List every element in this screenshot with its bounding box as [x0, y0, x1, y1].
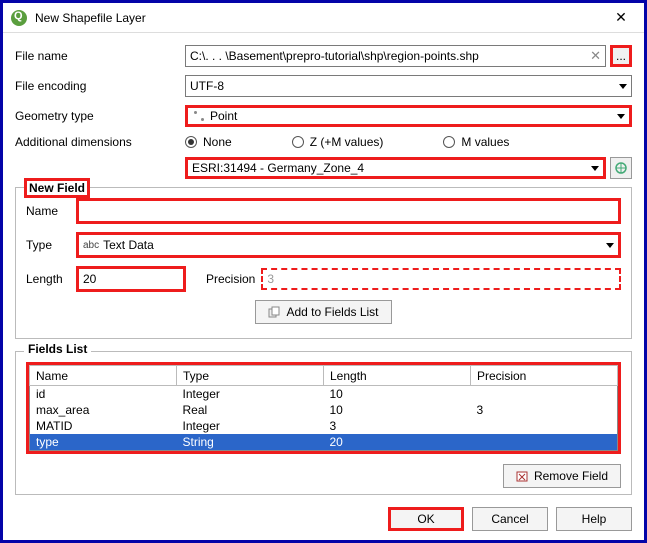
- nf-name-input[interactable]: [76, 198, 621, 224]
- browse-ellipsis: ...: [616, 49, 626, 63]
- globe-icon: [614, 161, 628, 175]
- table-row[interactable]: MATIDInteger3: [30, 418, 618, 434]
- geometry-value: Point: [210, 109, 613, 123]
- encoding-label: File encoding: [15, 79, 185, 93]
- add-btn-label: Add to Fields List: [286, 305, 378, 319]
- window-title: New Shapefile Layer: [35, 11, 606, 25]
- remove-field-icon: [516, 470, 528, 482]
- ok-button[interactable]: OK: [388, 507, 464, 531]
- cancel-label: Cancel: [491, 512, 528, 526]
- chevron-down-icon: [617, 114, 625, 119]
- radio-none[interactable]: None: [185, 135, 232, 149]
- cancel-button[interactable]: Cancel: [472, 507, 548, 531]
- chevron-down-icon: [591, 166, 599, 171]
- crs-picker-button[interactable]: [610, 157, 632, 179]
- radio-none-label: None: [203, 135, 232, 149]
- crs-value: ESRI:31494 - Germany_Zone_4: [192, 161, 587, 175]
- table-row[interactable]: idInteger10: [30, 386, 618, 403]
- remove-field-button[interactable]: Remove Field: [503, 464, 621, 488]
- radio-dot-icon: [292, 136, 304, 148]
- radio-m-label: M values: [461, 135, 509, 149]
- fields-list-legend: Fields List: [24, 342, 91, 356]
- crs-select[interactable]: ESRI:31494 - Germany_Zone_4: [185, 157, 606, 179]
- radio-zm-label: Z (+M values): [310, 135, 384, 149]
- table-row[interactable]: typeString20: [30, 434, 618, 451]
- file-name-input[interactable]: [186, 46, 586, 66]
- nf-precision-label: Precision: [206, 272, 255, 286]
- text-type-icon: abc: [83, 240, 99, 251]
- nf-length-label: Length: [26, 272, 76, 286]
- titlebar: New Shapefile Layer ✕: [3, 3, 644, 33]
- chevron-down-icon: [606, 243, 614, 248]
- help-button[interactable]: Help: [556, 507, 632, 531]
- nf-name-label: Name: [26, 204, 76, 218]
- geometry-select[interactable]: Point: [185, 105, 632, 127]
- point-icon: [192, 109, 206, 123]
- dialog-footer: OK Cancel Help: [3, 499, 644, 539]
- fields-table[interactable]: Name Type Length Precision idInteger10 m…: [29, 365, 618, 451]
- col-type[interactable]: Type: [177, 366, 324, 386]
- table-row[interactable]: max_areaReal103: [30, 402, 618, 418]
- nf-length-input[interactable]: [76, 266, 186, 292]
- nf-type-label: Type: [26, 238, 76, 252]
- col-precision[interactable]: Precision: [471, 366, 618, 386]
- nf-precision-input[interactable]: 3: [261, 268, 621, 290]
- browse-button[interactable]: ...: [610, 45, 632, 67]
- radio-dot-icon: [185, 136, 197, 148]
- file-name-label: File name: [15, 49, 185, 63]
- col-name[interactable]: Name: [30, 366, 177, 386]
- add-to-fields-button[interactable]: Add to Fields List: [255, 300, 391, 324]
- remove-field-label: Remove Field: [534, 469, 608, 483]
- dimensions-label: Additional dimensions: [15, 135, 185, 149]
- col-length[interactable]: Length: [324, 366, 471, 386]
- chevron-down-icon: [619, 84, 627, 89]
- nf-type-value: Text Data: [103, 238, 602, 252]
- new-field-legend: New Field: [24, 178, 90, 198]
- ok-label: OK: [417, 512, 434, 526]
- clear-icon[interactable]: ✕: [586, 48, 605, 64]
- add-fields-icon: [268, 306, 280, 318]
- radio-dot-icon: [443, 136, 455, 148]
- help-label: Help: [582, 512, 607, 526]
- radio-zm[interactable]: Z (+M values): [292, 135, 384, 149]
- encoding-value: UTF-8: [190, 79, 615, 93]
- geometry-label: Geometry type: [15, 109, 185, 123]
- close-icon[interactable]: ✕: [606, 9, 636, 26]
- radio-m[interactable]: M values: [443, 135, 509, 149]
- nf-type-select[interactable]: abc Text Data: [76, 232, 621, 258]
- new-field-group: New Field Name Type abc Text Data Length…: [15, 187, 632, 339]
- nf-precision-value: 3: [267, 272, 274, 286]
- fields-list-group: Fields List Name Type Length Precision i…: [15, 351, 632, 495]
- app-icon: [11, 10, 27, 26]
- encoding-select[interactable]: UTF-8: [185, 75, 632, 97]
